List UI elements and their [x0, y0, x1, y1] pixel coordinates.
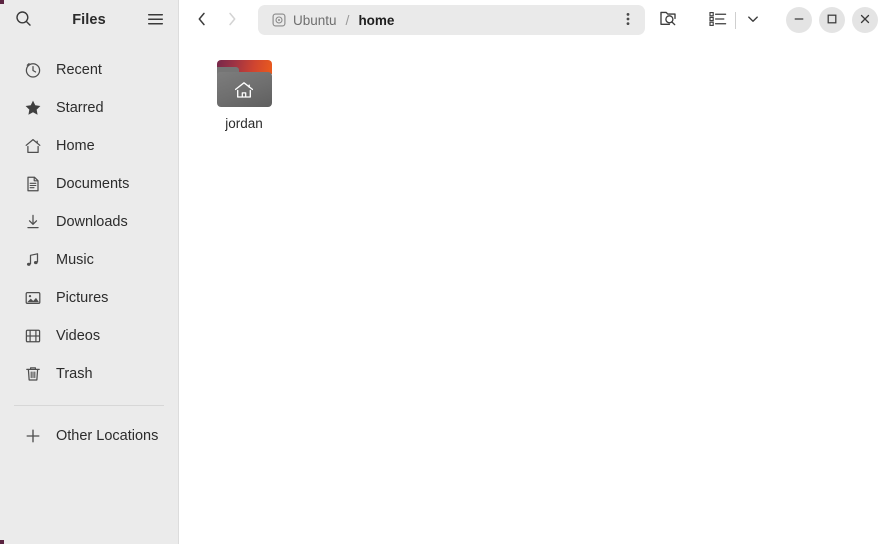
window-body: Files Recent Starred Home Documents Down…: [0, 0, 887, 544]
sidebar-item-starred[interactable]: Starred: [7, 89, 171, 127]
sidebar-item-label: Home: [56, 138, 95, 154]
vertical-dots-icon: [626, 11, 630, 30]
breadcrumb-current-label: home: [358, 12, 395, 28]
breadcrumb-item-current[interactable]: home: [354, 8, 398, 32]
sidebar-item-label: Recent: [56, 62, 102, 78]
maximize-icon: [826, 13, 838, 28]
sidebar-item-videos[interactable]: Videos: [7, 317, 171, 355]
document-icon: [23, 174, 43, 194]
main-header: Ubuntu / home: [179, 0, 887, 40]
sidebar-item-label: Pictures: [56, 290, 109, 306]
breadcrumb-separator: /: [345, 12, 350, 28]
file-item-label: jordan: [225, 116, 263, 131]
sidebar-item-label: Downloads: [56, 214, 128, 230]
sidebar-item-label: Starred: [56, 100, 104, 116]
sidebar-item-downloads[interactable]: Downloads: [7, 203, 171, 241]
home-icon: [23, 136, 43, 156]
files-window: Files Recent Starred Home Documents Down…: [0, 0, 887, 544]
sidebar-item-recent[interactable]: Recent: [7, 51, 171, 89]
sidebar-item-pictures[interactable]: Pictures: [7, 279, 171, 317]
app-title: Files: [72, 12, 106, 28]
file-item-jordan[interactable]: jordan: [193, 54, 295, 140]
hamburger-menu-icon: [147, 12, 164, 29]
folder-home-icon: [216, 60, 272, 107]
close-button[interactable]: [852, 7, 878, 33]
main-pane: Ubuntu / home jordan: [179, 0, 887, 544]
file-browser-area[interactable]: jordan: [179, 40, 887, 544]
sidebar-place-list: Recent Starred Home Documents Downloads …: [0, 40, 178, 455]
download-arrow-icon: [23, 212, 43, 232]
sidebar-item-documents[interactable]: Documents: [7, 165, 171, 203]
chevron-left-icon: [195, 11, 209, 30]
maximize-button[interactable]: [819, 7, 845, 33]
search-button[interactable]: [8, 5, 38, 35]
sidebar-item-trash[interactable]: Trash: [7, 355, 171, 393]
list-view-icon: [709, 11, 727, 30]
minimize-button[interactable]: [786, 7, 812, 33]
window-corner-accent-bottom: [0, 540, 4, 544]
star-icon: [23, 98, 43, 118]
toolbar-separator: [735, 11, 736, 29]
folder-search-icon: [659, 9, 678, 31]
sidebar-header: Files: [0, 0, 178, 40]
file-grid: jordan: [193, 54, 887, 140]
breadcrumb[interactable]: Ubuntu / home: [258, 5, 645, 35]
list-view-button[interactable]: [703, 5, 733, 35]
trash-icon: [23, 364, 43, 384]
chevron-down-icon: [746, 12, 760, 29]
sidebar-item-home[interactable]: Home: [7, 127, 171, 165]
sidebar-item-label: Music: [56, 252, 94, 268]
sidebar: Files Recent Starred Home Documents Down…: [0, 0, 179, 544]
view-controls: [703, 5, 768, 35]
close-icon: [859, 13, 871, 28]
disk-icon: [271, 13, 286, 28]
forward-button[interactable]: [217, 5, 247, 35]
film-icon: [23, 326, 43, 346]
sidebar-item-label: Documents: [56, 176, 130, 192]
window-corner-accent: [0, 0, 4, 4]
main-menu-button[interactable]: [140, 5, 170, 35]
breadcrumb-root-label: Ubuntu: [293, 12, 337, 28]
window-controls: [786, 7, 878, 33]
sidebar-item-label: Videos: [56, 328, 101, 344]
home-glyph-icon: [217, 72, 272, 107]
breadcrumb-item-root[interactable]: Ubuntu: [267, 8, 341, 32]
search-in-folder-button[interactable]: [653, 5, 683, 35]
back-button[interactable]: [187, 5, 217, 35]
music-note-icon: [23, 250, 43, 270]
sidebar-item-label: Trash: [56, 366, 93, 382]
location-options-button[interactable]: [615, 7, 641, 33]
sidebar-item-other-locations[interactable]: Other Locations: [7, 417, 171, 455]
sidebar-item-label: Other Locations: [56, 428, 159, 444]
search-icon: [15, 10, 32, 30]
sidebar-divider: [14, 405, 164, 406]
chevron-right-icon: [225, 11, 239, 30]
sidebar-item-music[interactable]: Music: [7, 241, 171, 279]
minimize-icon: [793, 13, 805, 28]
plus-icon: [23, 426, 43, 446]
image-icon: [23, 288, 43, 308]
clock-icon: [23, 60, 43, 80]
view-options-dropdown[interactable]: [738, 5, 768, 35]
